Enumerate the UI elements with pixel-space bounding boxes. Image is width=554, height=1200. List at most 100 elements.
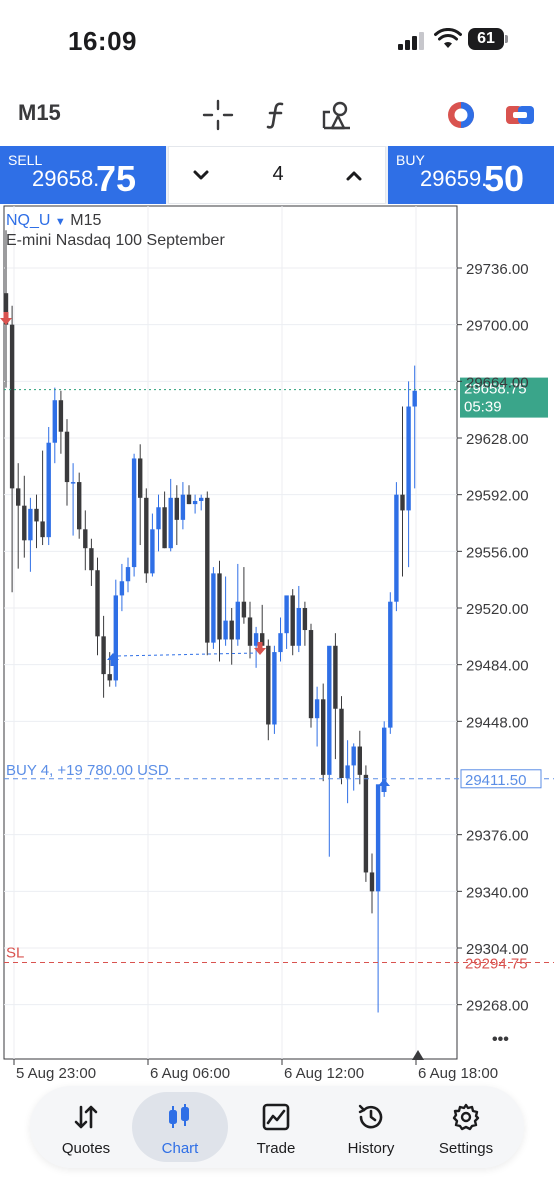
chart-canvas[interactable]: 29658.7505:39BUY 4, +19 780.00 USD29411.… bbox=[0, 204, 554, 1084]
candle-body bbox=[101, 636, 106, 675]
volume-value[interactable]: 4 bbox=[249, 163, 307, 186]
time-axis-label: 6 Aug 12:00 bbox=[284, 1065, 364, 1082]
sell-button[interactable]: SELL 29658. 75 bbox=[0, 146, 166, 204]
timeframe-selector[interactable]: M15 bbox=[18, 100, 61, 126]
candle-body bbox=[290, 595, 295, 646]
candle-body bbox=[22, 505, 27, 541]
candle-body bbox=[333, 645, 338, 709]
nav-chart-label: Chart bbox=[161, 1140, 199, 1157]
candle-body bbox=[308, 630, 314, 719]
nav-chart[interactable]: Chart bbox=[132, 1092, 228, 1162]
candle-body bbox=[247, 617, 253, 646]
candle-body bbox=[9, 324, 15, 489]
candle-body bbox=[278, 633, 283, 653]
price-axis-label: 29340.00 bbox=[466, 884, 529, 901]
nav-settings-label: Settings bbox=[438, 1140, 494, 1157]
price-axis-label: 29484.00 bbox=[466, 658, 529, 675]
candle-body bbox=[339, 708, 344, 778]
bottom-navigation: Quotes Chart Trade History Settings bbox=[30, 1086, 524, 1168]
time-axis-label: 6 Aug 06:00 bbox=[150, 1065, 230, 1082]
symbol-description: E-mini Nasdaq 100 September bbox=[6, 232, 225, 249]
candle-body bbox=[272, 652, 277, 725]
chart-toolbar: M15 bbox=[0, 90, 554, 140]
nav-history[interactable]: History bbox=[323, 1092, 419, 1162]
candle-body bbox=[363, 774, 369, 873]
time-axis-label: 6 Aug 18:00 bbox=[418, 1065, 498, 1082]
candle-body bbox=[89, 548, 94, 571]
wifi-icon bbox=[434, 28, 462, 48]
candle-body bbox=[46, 442, 51, 538]
price-chart[interactable]: 29658.75 05:39 BUY 4, +19 780.00 USD 29411.… bbox=[0, 204, 554, 1084]
candle-body bbox=[192, 500, 198, 505]
buy-price-big: 50 bbox=[484, 158, 525, 199]
candle-body bbox=[131, 458, 137, 568]
candle-body bbox=[52, 400, 57, 443]
candles-icon bbox=[169, 1104, 189, 1128]
candle-body bbox=[327, 645, 332, 775]
buy-button[interactable]: BUY 29659. 50 bbox=[388, 146, 554, 204]
sell-price-main: 29658. bbox=[32, 166, 100, 191]
candle-body bbox=[168, 497, 173, 549]
candle-body bbox=[186, 494, 192, 505]
nav-trade[interactable]: Trade bbox=[228, 1092, 324, 1162]
candle-body bbox=[150, 529, 155, 574]
trade-toggle-icon[interactable] bbox=[503, 98, 537, 132]
candle-body bbox=[321, 699, 326, 775]
candle-body bbox=[156, 507, 161, 530]
more-options-icon: ••• bbox=[492, 1031, 509, 1048]
candle-body bbox=[223, 620, 228, 640]
sell-deal-arrow bbox=[0, 312, 12, 325]
candle-body bbox=[357, 746, 362, 775]
symbol-dropdown-icon[interactable]: ▼ bbox=[55, 216, 66, 228]
price-axis-label: 29304.00 bbox=[466, 941, 529, 958]
candle-body bbox=[144, 497, 149, 574]
closed-trade-line bbox=[117, 652, 257, 657]
price-axis-label: 29448.00 bbox=[466, 714, 529, 731]
candle-body bbox=[180, 494, 186, 520]
chart-shift-marker bbox=[412, 1050, 424, 1060]
candle-body bbox=[119, 581, 125, 596]
gear-icon bbox=[452, 1103, 480, 1131]
nav-history-label: History bbox=[347, 1140, 395, 1157]
buy-price-main: 29659. bbox=[420, 166, 488, 191]
nav-settings[interactable]: Settings bbox=[418, 1092, 514, 1162]
candle-body bbox=[241, 601, 247, 618]
status-time: 16:09 bbox=[68, 26, 137, 56]
candle-body bbox=[70, 482, 76, 484]
candle-body bbox=[77, 482, 82, 530]
chevron-down-icon bbox=[193, 170, 209, 180]
position-label: BUY 4, +19 780.00 USD bbox=[6, 762, 169, 779]
objects-icon[interactable] bbox=[320, 98, 354, 132]
crosshair-icon[interactable] bbox=[201, 98, 235, 132]
candle-body bbox=[64, 431, 70, 483]
candle-body bbox=[266, 645, 271, 725]
volume-decrease-button[interactable] bbox=[186, 161, 216, 191]
symbol-timeframe: M15 bbox=[70, 212, 102, 229]
stop-loss-price-label: 29294.75 bbox=[465, 956, 528, 973]
status-bar: 16:09 61 bbox=[0, 0, 554, 84]
candle-body bbox=[40, 521, 45, 538]
bar-countdown-label: 05:39 bbox=[464, 399, 502, 416]
chart-symbol-header: NQ_U ▼ M15 bbox=[6, 212, 101, 230]
price-axis-label: 29664.00 bbox=[466, 374, 529, 391]
function-icon[interactable] bbox=[260, 98, 294, 132]
price-axis-label: 29700.00 bbox=[466, 318, 529, 335]
battery-level: 61 bbox=[477, 30, 495, 47]
candle-body bbox=[345, 765, 350, 778]
position-price-label: 29411.50 bbox=[465, 772, 526, 789]
candle-body bbox=[138, 458, 143, 498]
nav-trade-label: Trade bbox=[256, 1140, 296, 1157]
nav-quotes-label: Quotes bbox=[61, 1140, 111, 1157]
sell-price-big: 75 bbox=[96, 158, 137, 199]
time-axis-label: 5 Aug 23:00 bbox=[16, 1065, 96, 1082]
nav-quotes[interactable]: Quotes bbox=[38, 1092, 134, 1162]
symbol-name[interactable]: NQ_U bbox=[6, 212, 50, 229]
candle-body bbox=[16, 488, 21, 506]
one-click-trade-panel: SELL 29658. 75 4 BUY 29659. 50 bbox=[0, 146, 554, 204]
candle-body bbox=[351, 746, 356, 766]
volume-increase-button[interactable] bbox=[339, 161, 369, 191]
account-switch-icon[interactable] bbox=[444, 98, 478, 132]
battery-icon: 61 bbox=[468, 28, 508, 50]
candle-body bbox=[95, 570, 100, 637]
price-axis-label: 29268.00 bbox=[466, 998, 529, 1015]
